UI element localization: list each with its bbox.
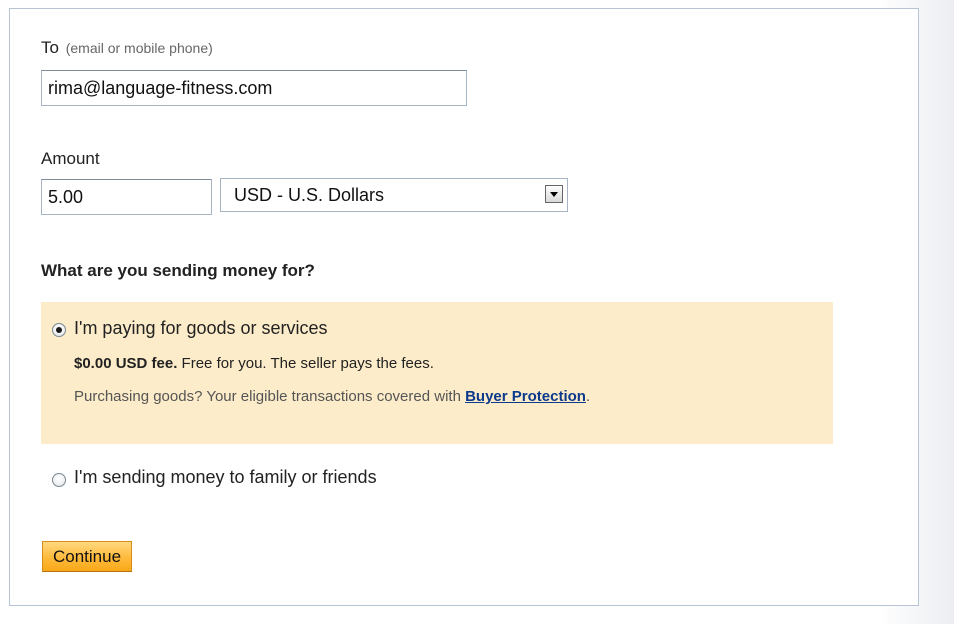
- recipient-label-text: To: [41, 38, 59, 57]
- goods-option-panel: I'm paying for goods or services $0.00 U…: [41, 302, 833, 444]
- currency-value: USD - U.S. Dollars: [234, 185, 385, 205]
- chevron-down-icon[interactable]: [545, 185, 563, 203]
- recipient-hint: (email or mobile phone): [65, 40, 213, 56]
- family-radio[interactable]: [52, 473, 66, 487]
- amount-input[interactable]: [41, 179, 212, 215]
- family-option-label[interactable]: I'm sending money to family or friends: [74, 467, 377, 488]
- goods-option-label[interactable]: I'm paying for goods or services: [74, 318, 328, 339]
- buyer-protection-link[interactable]: Buyer Protection: [465, 388, 586, 405]
- recipient-input[interactable]: [41, 70, 467, 106]
- currency-select[interactable]: USD - U.S. Dollars: [220, 178, 568, 212]
- amount-label: Amount: [41, 149, 100, 168]
- recipient-label: To (email or mobile phone): [41, 38, 213, 58]
- goods-radio[interactable]: [52, 323, 66, 337]
- fee-info: $0.00 USD fee. Free for you. The seller …: [74, 355, 434, 372]
- continue-button[interactable]: Continue: [42, 541, 133, 572]
- send-money-form: To (email or mobile phone) Amount USD - …: [9, 8, 919, 606]
- buyer-protection-text: Purchasing goods? Your eligible transact…: [74, 388, 466, 405]
- buyer-protection-info: Purchasing goods? Your eligible transact…: [74, 383, 794, 411]
- buyer-protection-end: .: [585, 388, 591, 405]
- fee-amount: $0.00 USD fee.: [74, 355, 178, 372]
- purpose-question: What are you sending money for?: [41, 261, 315, 280]
- fee-description: Free for you. The seller pays the fees.: [177, 355, 434, 372]
